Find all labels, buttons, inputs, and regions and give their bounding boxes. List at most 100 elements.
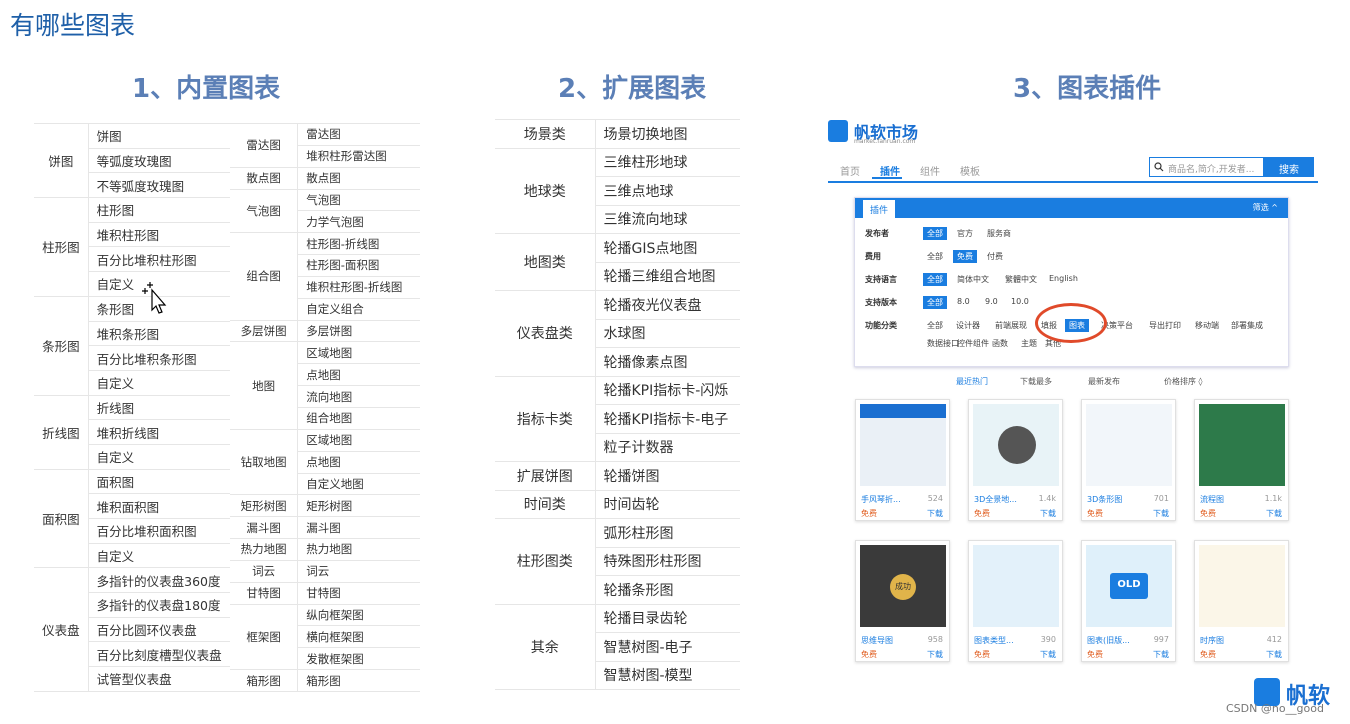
- nav-tab-home[interactable]: 首页: [840, 163, 860, 178]
- plugin-name[interactable]: 时序图: [1200, 635, 1255, 646]
- builtin-item: 甘特图: [297, 581, 420, 605]
- plugin-price: 免费: [974, 650, 990, 659]
- builtin-category: 气泡图: [230, 188, 299, 234]
- nav-tab-components[interactable]: 组件: [920, 163, 940, 178]
- plugin-name[interactable]: 图表(旧版...: [1087, 635, 1142, 646]
- builtin-item: 试管型仪表盘: [88, 666, 230, 692]
- nav-tab-templates[interactable]: 模板: [960, 163, 980, 178]
- search-button[interactable]: 搜索: [1264, 157, 1314, 177]
- filter-option[interactable]: 全部: [923, 273, 947, 286]
- filter-option[interactable]: 9.0: [981, 296, 1002, 307]
- filter-option[interactable]: 繁體中文: [1001, 273, 1041, 286]
- filter-option[interactable]: 官方: [953, 227, 977, 240]
- extended-row: 仪表盘类 轮播夜光仪表盘: [495, 290, 740, 377]
- filter-option[interactable]: 10.0: [1007, 296, 1033, 307]
- builtin-item: 柱形图: [88, 197, 230, 223]
- filter-option[interactable]: 付费: [983, 250, 1007, 263]
- builtin-item: 百分比堆积条形图: [88, 345, 230, 371]
- extended-category: 时间类: [495, 489, 596, 519]
- mouse-cursor-icon: [142, 282, 167, 314]
- filter-option[interactable]: 全部: [923, 250, 947, 263]
- filter-option[interactable]: 前端展现: [991, 319, 1031, 332]
- download-button[interactable]: 下载: [1153, 508, 1169, 519]
- filter-option[interactable]: 全部: [923, 227, 947, 240]
- download-button[interactable]: 下载: [1040, 649, 1056, 660]
- watermark: CSDN @no__good: [1226, 702, 1324, 715]
- filter-option[interactable]: 部署集成: [1227, 319, 1267, 332]
- plugin-card[interactable]: OLD 图表(旧版... 997 免费 下载: [1081, 540, 1176, 662]
- filter-option[interactable]: 全部: [923, 296, 947, 309]
- sort-option[interactable]: 下载最多: [1020, 376, 1052, 387]
- plugin-name[interactable]: 手风琴折...: [861, 494, 916, 505]
- extended-item: 场景切换地图: [595, 119, 740, 149]
- builtin-item: 力学气泡图: [297, 210, 420, 234]
- download-button[interactable]: 下载: [1153, 649, 1169, 660]
- extended-item: 轮播三维组合地图: [595, 261, 740, 291]
- download-button[interactable]: 下载: [927, 649, 943, 660]
- filter-option[interactable]: 导出打印: [1145, 319, 1185, 332]
- builtin-row: 甘特图 甘特图: [230, 581, 420, 605]
- nav-tab-plugins[interactable]: 插件: [880, 163, 900, 178]
- search-input[interactable]: 商品名,简介,开发者...: [1149, 157, 1264, 177]
- filter-option[interactable]: 全部: [923, 319, 947, 332]
- builtin-item: 柱形图-面积图: [297, 254, 420, 277]
- builtin-item: 矩形树图: [297, 494, 420, 518]
- builtin-category: 柱形图: [34, 197, 89, 297]
- builtin-item: 堆积面积图: [88, 493, 230, 519]
- extended-item: 弧形柱形图: [595, 518, 740, 548]
- sort-option[interactable]: 价格排序 ◊: [1164, 376, 1203, 387]
- filter-option[interactable]: 移动端: [1191, 319, 1223, 332]
- filter-option[interactable]: 简体中文: [953, 273, 993, 286]
- builtin-category: 饼图: [34, 122, 89, 199]
- filter-label: 发布者: [865, 229, 889, 238]
- filter-option[interactable]: 主题: [1017, 337, 1041, 350]
- plugin-card[interactable]: 图表类型... 390 免费 下载: [968, 540, 1063, 662]
- filter-tab-plugins[interactable]: 插件: [863, 200, 895, 218]
- plugin-thumbnail: [1199, 404, 1285, 486]
- builtin-item: 区域地图: [297, 341, 420, 365]
- builtin-item: 面积图: [88, 468, 230, 495]
- builtin-item: 自定义: [88, 542, 230, 569]
- plugin-name[interactable]: 3D条形图: [1087, 494, 1142, 505]
- plugin-name[interactable]: 图表类型...: [974, 635, 1029, 646]
- sort-option[interactable]: 最新发布: [1088, 376, 1120, 387]
- extended-item: 轮播像素点图: [595, 347, 740, 377]
- plugin-name[interactable]: 流程图: [1200, 494, 1255, 505]
- builtin-category: 散点图: [230, 166, 299, 190]
- plugin-card[interactable]: 3D全景地... 1.4k 免费 下载: [968, 399, 1063, 521]
- plugin-card[interactable]: 成功 思维导图 958 免费 下载: [855, 540, 950, 662]
- filter-option[interactable]: 8.0: [953, 296, 974, 307]
- plugin-card[interactable]: 手风琴折... 524 免费 下载: [855, 399, 950, 521]
- filter-option[interactable]: 设计器: [952, 319, 984, 332]
- old-badge: OLD: [1110, 573, 1148, 599]
- extended-category: 扩展饼图: [495, 461, 596, 491]
- builtin-item: 多指针的仪表盘360度: [88, 567, 230, 594]
- plugin-card[interactable]: 时序图 412 免费 下载: [1194, 540, 1289, 662]
- search-icon: [1154, 162, 1164, 172]
- filter-option[interactable]: 免费: [953, 250, 977, 263]
- builtin-category: 漏斗图: [230, 516, 299, 540]
- filter-option[interactable]: 函数: [988, 337, 1012, 350]
- builtin-item: 自定义组合: [297, 297, 420, 321]
- plugin-name[interactable]: 思维导图: [861, 635, 916, 646]
- filter-option[interactable]: 控件组件: [953, 337, 993, 350]
- plugin-card[interactable]: 3D条形图 701 免费 下载: [1081, 399, 1176, 521]
- download-button[interactable]: 下载: [1266, 649, 1282, 660]
- filter-header: 插件 筛选 ^: [855, 198, 1288, 218]
- builtin-chart-table-left: 饼图 饼图 等弧度玫瑰图 不等弧度玫瑰图 柱形图 柱形图 堆积柱形图 百分比堆积柱形图 自定义条…: [34, 122, 230, 692]
- builtin-category: 框架图: [230, 603, 299, 671]
- download-button[interactable]: 下载: [1266, 508, 1282, 519]
- sort-option[interactable]: 最近热门: [956, 376, 988, 387]
- extended-category: 其余: [495, 603, 596, 690]
- filter-label: 功能分类: [865, 321, 897, 330]
- filter-option[interactable]: English: [1045, 273, 1082, 284]
- download-button[interactable]: 下载: [927, 508, 943, 519]
- download-button[interactable]: 下载: [1040, 508, 1056, 519]
- plugin-price: 免费: [1200, 509, 1216, 518]
- plugin-card[interactable]: 流程图 1.1k 免费 下载: [1194, 399, 1289, 521]
- filter-toggle[interactable]: 筛选 ^: [1253, 202, 1278, 213]
- plugin-name[interactable]: 3D全景地...: [974, 494, 1029, 505]
- builtin-item: 饼图: [88, 123, 230, 149]
- builtin-row: 框架图 纵向框架图: [230, 603, 420, 671]
- filter-option[interactable]: 服务商: [983, 227, 1015, 240]
